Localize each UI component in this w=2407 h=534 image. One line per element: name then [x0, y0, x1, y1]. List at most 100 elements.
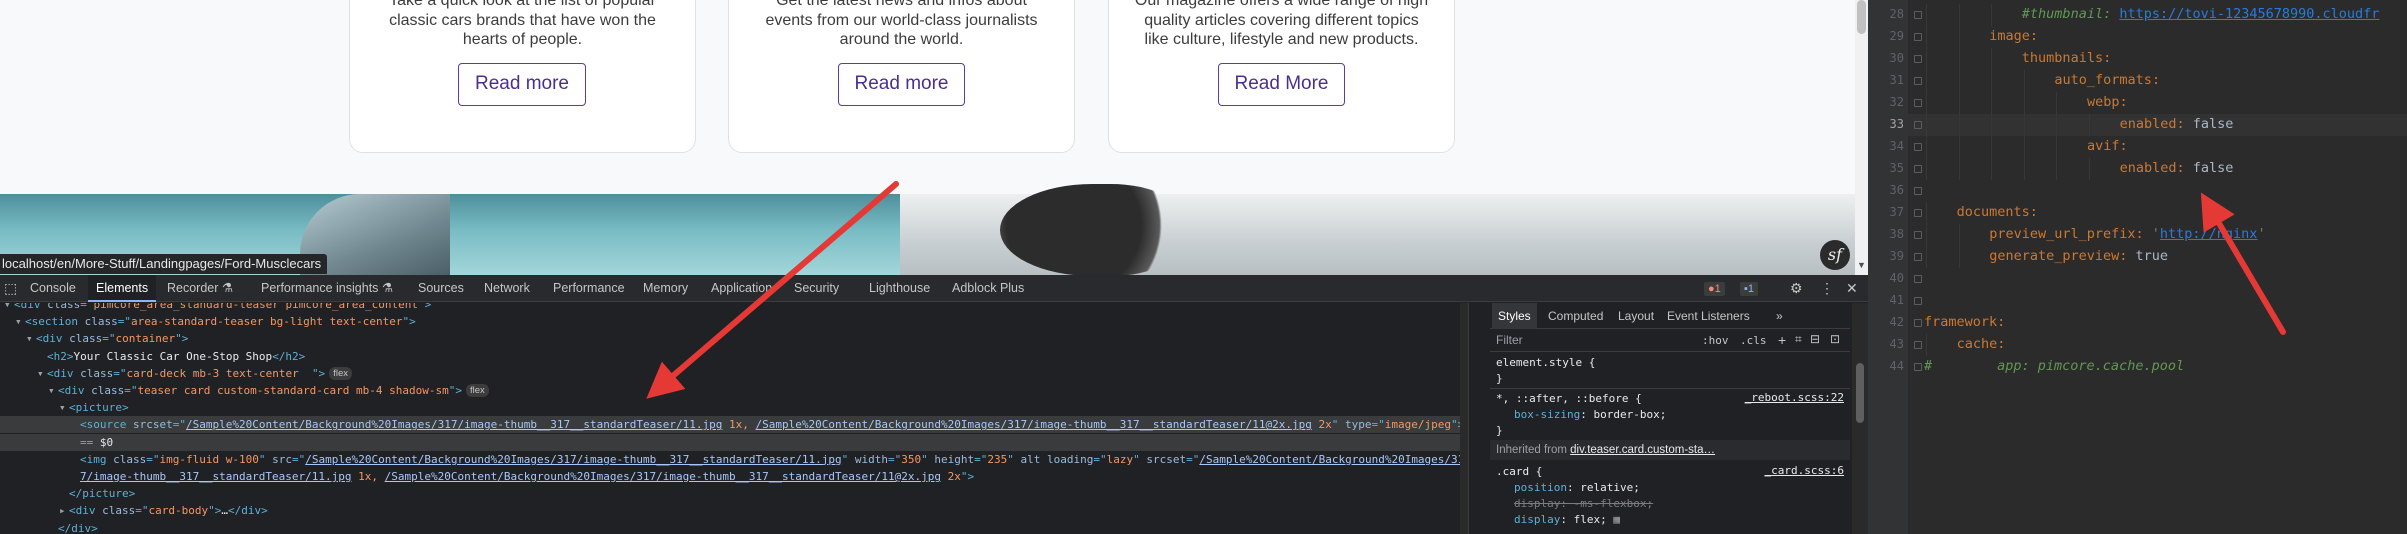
fold-marker-icon[interactable]	[1914, 231, 1922, 239]
inherited-element-link[interactable]: div.teaser.card.custom-sta…	[1570, 444, 1715, 456]
fold-marker-icon[interactable]	[1914, 363, 1922, 371]
dom-node-line[interactable]: ▾ <div class="container">	[0, 330, 1468, 347]
fold-marker-icon[interactable]	[1914, 275, 1922, 283]
tab-performance-insights[interactable]: Performance insights ⚗	[261, 275, 393, 302]
expand-caret-icon[interactable]: ▾	[26, 330, 36, 347]
dom-node-line[interactable]: ▾ <div class="card-deck mb-3 text-center …	[0, 365, 1468, 382]
device-toggle-icon[interactable]: ⬚	[4, 275, 17, 302]
fold-marker-icon[interactable]	[1914, 143, 1922, 151]
fold-marker-icon[interactable]	[1914, 319, 1922, 327]
fold-marker-icon[interactable]	[1914, 165, 1922, 173]
code-line[interactable]: webp:	[2087, 94, 2128, 110]
expand-caret-icon[interactable]: ▾	[48, 382, 58, 399]
class-toggle[interactable]: .cls	[1740, 334, 1767, 347]
dom-node-line[interactable]: <img class="img-fluid w-100" src="/Sampl…	[0, 451, 1468, 468]
code-line[interactable]: enabled: false	[2120, 160, 2234, 176]
fold-marker-icon[interactable]	[1914, 341, 1922, 349]
tab-recorder[interactable]: Recorder ⚗	[167, 275, 233, 302]
tab-layout[interactable]: Layout	[1618, 303, 1654, 329]
ms-flexbox-decl[interactable]: display: -ms-flexbox;	[1514, 496, 1653, 512]
dom-node-line[interactable]: ▸ <div class="card-body">…</div>	[0, 502, 1468, 519]
tab-event-listeners[interactable]: Event Listeners	[1667, 303, 1750, 329]
collapse-caret-icon[interactable]: ▸	[59, 502, 69, 519]
tab-computed[interactable]: Computed	[1548, 303, 1603, 329]
code-line[interactable]: avif:	[2087, 138, 2128, 154]
code-line[interactable]: enabled: false	[2120, 116, 2234, 132]
expand-caret-icon[interactable]: ▾	[59, 399, 69, 416]
dom-node-line[interactable]: 7/image-thumb__317__standardTeaser/11.jp…	[0, 468, 1468, 485]
filter-input[interactable]: Filter	[1496, 333, 1523, 347]
read-more-button[interactable]: Read More	[1218, 63, 1345, 106]
page-scrollbar[interactable]: ▼	[1855, 0, 1868, 275]
tab-adblock-plus[interactable]: Adblock Plus	[952, 275, 1024, 302]
message-count-badge[interactable]: ▪1	[1740, 282, 1759, 296]
fold-marker-icon[interactable]	[1914, 297, 1922, 305]
flex-badge[interactable]: flex	[466, 384, 489, 397]
scrollbar-thumb[interactable]	[1856, 363, 1864, 423]
fold-marker-icon[interactable]	[1914, 11, 1922, 19]
tab-console[interactable]: Console	[30, 275, 76, 302]
panel-divider[interactable]	[1468, 303, 1469, 534]
code-line[interactable]: cache:	[1957, 336, 2006, 352]
dom-scrollbar[interactable]	[1460, 303, 1468, 534]
display-decl[interactable]: display: flex; ▦	[1514, 512, 1620, 528]
dom-node-line[interactable]: ▾ <div class="pimcore_area_standard-tease…	[0, 303, 1468, 313]
reboot-source-link[interactable]: _reboot.scss:22	[1745, 391, 1844, 404]
card-source-link[interactable]: _card.scss:6	[1765, 464, 1844, 477]
fold-marker-icon[interactable]	[1914, 209, 1922, 217]
code-line[interactable]: image:	[1989, 28, 2038, 44]
toggle-pane-icon[interactable]: ⊡	[1830, 332, 1840, 346]
code-editor[interactable]: 28 29 30 31 32 33 34 35 36 37 38 39 40 41 42 43 44 #thum…	[1868, 0, 2407, 534]
gear-icon[interactable]: ⚙	[1790, 275, 1803, 302]
code-line[interactable]: preview_url_prefix: 'http://nginx'	[1989, 226, 2265, 242]
tab-security[interactable]: Security	[794, 275, 839, 302]
fold-marker-icon[interactable]	[1914, 33, 1922, 41]
read-more-button[interactable]: Read more	[838, 63, 965, 106]
brush-icon[interactable]: ⌗	[1795, 332, 1802, 347]
dom-node-line[interactable]: ▾ <picture>	[0, 399, 1468, 416]
close-icon[interactable]: ✕	[1846, 275, 1858, 302]
more-tabs-icon[interactable]: »	[1776, 303, 1783, 329]
tab-lighthouse[interactable]: Lighthouse	[869, 275, 930, 302]
expand-caret-icon[interactable]: ▾	[15, 313, 25, 330]
read-more-button[interactable]: Read more	[458, 63, 586, 106]
scroll-down-icon[interactable]: ▼	[1857, 260, 1866, 270]
fold-marker-icon[interactable]	[1914, 99, 1922, 107]
code-line[interactable]: generate_preview: true	[1989, 248, 2168, 264]
scrollbar-thumb[interactable]	[1857, 0, 1866, 34]
code-line[interactable]: auto_formats:	[2054, 72, 2160, 88]
tab-application[interactable]: Application	[711, 275, 772, 302]
code-line[interactable]: framework:	[1924, 314, 2005, 330]
dom-node-line[interactable]: </picture>	[0, 485, 1468, 502]
element-style-rule[interactable]: element.style {	[1496, 355, 1595, 371]
styles-scrollbar[interactable]	[1852, 303, 1868, 534]
fold-marker-icon[interactable]	[1914, 253, 1922, 261]
position-decl[interactable]: position: relative;	[1514, 480, 1640, 496]
fold-marker-icon[interactable]	[1914, 77, 1922, 85]
tab-sources[interactable]: Sources	[418, 275, 464, 302]
flex-badge[interactable]: flex	[329, 366, 352, 380]
tab-network[interactable]: Network	[484, 275, 530, 302]
hover-state-toggle[interactable]: :hov	[1702, 334, 1729, 347]
plus-icon[interactable]: +	[1778, 332, 1786, 348]
code-line[interactable]: #thumbnail: https://tovi-12345678990.clo…	[2022, 6, 2380, 22]
dom-node-line[interactable]: ▾ <section class="area-standard-teaser bg…	[0, 313, 1468, 330]
box-sizing-decl[interactable]: box-sizing: border-box;	[1514, 407, 1666, 423]
tab-memory[interactable]: Memory	[643, 275, 688, 302]
tab-elements[interactable]: Elements	[88, 275, 157, 302]
fold-marker-icon[interactable]	[1914, 187, 1922, 195]
card-selector[interactable]: .card {	[1496, 464, 1542, 480]
code-line[interactable]: documents:	[1957, 204, 2038, 220]
kebab-icon[interactable]: ⋮	[1820, 275, 1834, 302]
expand-caret-icon[interactable]: ▾	[4, 303, 14, 313]
dom-node-line[interactable]: <source srcset="/Sample%20Content/Backgr…	[0, 416, 1468, 434]
error-count-badge[interactable]: ●1	[1704, 282, 1725, 296]
code-line[interactable]: # app: pimcore.cache.pool	[1924, 358, 2184, 374]
code-line[interactable]: thumbnails:	[2022, 50, 2111, 66]
dom-node-line[interactable]: == $0	[0, 433, 1468, 451]
expand-caret-icon[interactable]: ▾	[37, 365, 47, 382]
dom-node-line[interactable]: <h2>Your Classic Car One-Stop Shop</h2>	[0, 348, 1468, 365]
symfony-toolbar-icon[interactable]: sf	[1820, 240, 1850, 270]
computed-sidebar-icon[interactable]: ⊟	[1810, 332, 1820, 346]
dom-tree[interactable]: ▾ <div class="pimcore_area_standard-tease…	[0, 303, 1468, 534]
